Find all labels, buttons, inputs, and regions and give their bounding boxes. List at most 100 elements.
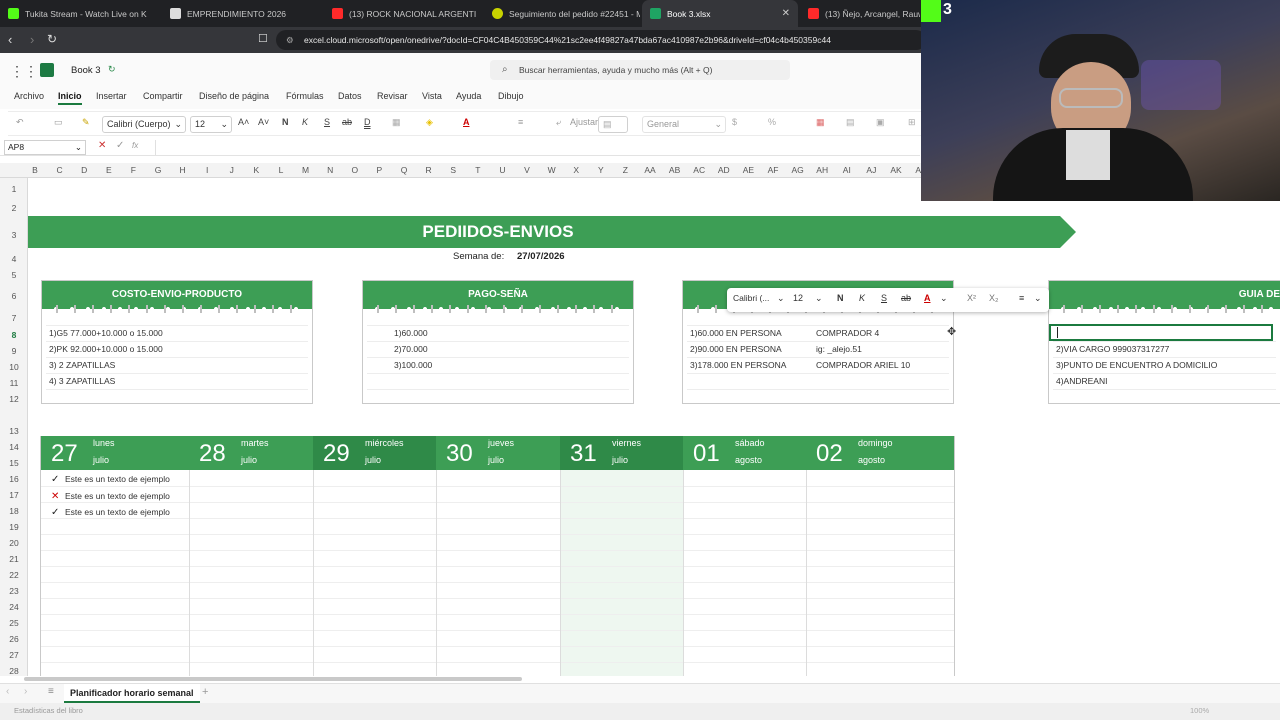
all-sheets-icon[interactable]: ≡ <box>48 686 54 697</box>
list-item[interactable]: 3)PUNTO DE ENCUENTRO A DOMICILIO <box>1056 360 1217 370</box>
list-item[interactable]: 4) 3 ZAPATILLAS <box>49 376 115 386</box>
browser-tab[interactable]: Tukita Stream - Watch Live on K <box>0 0 160 27</box>
name-box[interactable]: AP8 ⌄ <box>4 140 86 155</box>
column-header[interactable]: R <box>417 165 441 175</box>
column-header[interactable]: G <box>146 165 170 175</box>
bookmark-icon[interactable]: ☐ <box>258 32 268 45</box>
merge-select[interactable]: ▤ <box>598 116 628 133</box>
tab-diseno-pagina[interactable]: Diseño de página <box>199 91 269 101</box>
column-header[interactable]: C <box>48 165 72 175</box>
row-header[interactable]: 9 <box>0 346 28 356</box>
horizontal-scrollbar[interactable] <box>24 677 522 681</box>
buyer-name[interactable]: COMPRADOR ARIEL 10 <box>816 360 910 370</box>
column-header[interactable]: AG <box>786 165 810 175</box>
tab-ayuda[interactable]: Ayuda <box>456 91 481 101</box>
double-underline-button[interactable]: D <box>364 117 371 127</box>
prev-sheet-icon[interactable]: ‹ <box>6 686 9 697</box>
sheet-tab-active[interactable]: Planificador horario semanal <box>64 684 200 703</box>
column-header[interactable]: W <box>540 165 564 175</box>
align-icon[interactable]: ≡ <box>518 117 523 127</box>
list-item[interactable]: 1)60.000 EN PERSONA <box>690 328 782 338</box>
back-icon[interactable]: ‹ <box>8 32 12 47</box>
tab-dibujo[interactable]: Dibujo <box>498 91 524 101</box>
row-header[interactable]: 3 <box>0 230 28 240</box>
column-header[interactable]: V <box>515 165 539 175</box>
file-name[interactable]: Book 3 <box>71 65 101 76</box>
fill-color-icon[interactable]: ◈ <box>426 117 433 128</box>
column-header[interactable]: AF <box>761 165 785 175</box>
list-item[interactable]: 2)70.000 <box>394 344 428 354</box>
row-header[interactable]: 15 <box>0 458 28 468</box>
insert-cells-icon[interactable]: ⊞ <box>908 117 916 128</box>
row-header[interactable]: 5 <box>0 270 28 280</box>
row-header[interactable]: 2 <box>0 203 28 213</box>
tab-inicio[interactable]: Inicio <box>58 91 82 105</box>
wrap-text-icon[interactable]: ⤶ <box>556 117 561 128</box>
format-painter-icon[interactable]: ✎ <box>82 117 90 128</box>
number-format-select[interactable]: General ⌄ <box>642 116 726 133</box>
font-family-select[interactable]: Calibri (... <box>733 293 769 303</box>
next-sheet-icon[interactable]: › <box>24 686 27 697</box>
font-color-icon[interactable]: A <box>463 117 470 127</box>
decrease-font-icon[interactable]: A˅ <box>258 117 269 127</box>
tab-formulas[interactable]: Fórmulas <box>286 91 324 101</box>
row-header[interactable]: 19 <box>0 522 28 532</box>
chevron-down-icon[interactable]: ⌄ <box>815 293 823 304</box>
column-header[interactable]: Y <box>589 165 613 175</box>
list-item[interactable]: 3)178.000 EN PERSONA <box>690 360 786 370</box>
week-date[interactable]: 27/07/2026 <box>517 251 565 262</box>
column-header[interactable]: B <box>23 165 47 175</box>
app-launcher-icon[interactable]: ⋮⋮ <box>10 63 38 80</box>
row-header[interactable]: 6 <box>0 291 28 301</box>
url-input[interactable]: ⚙ excel.cloud.microsoft/open/onedrive/?d… <box>276 30 926 50</box>
underline-button[interactable]: S <box>881 293 887 303</box>
percent-icon[interactable]: % <box>768 117 776 127</box>
row-header[interactable]: 16 <box>0 474 28 484</box>
cancel-icon[interactable]: ✕ <box>98 140 106 151</box>
row-header[interactable]: 4 <box>0 254 28 264</box>
chevron-down-icon[interactable]: ⌄ <box>1034 293 1042 304</box>
column-header[interactable]: S <box>441 165 465 175</box>
browser-tab[interactable]: (13) ROCK NACIONAL ARGENTI <box>324 0 482 27</box>
underline-button[interactable]: S <box>324 117 330 127</box>
subscript-button[interactable]: X₂ <box>989 293 999 303</box>
browser-tab[interactable]: Seguimiento del pedido #22451 - M <box>484 0 640 27</box>
site-info-icon[interactable]: ⚙ <box>286 30 294 50</box>
list-item[interactable]: 2)PK 92.000+10.000 o 15.000 <box>49 344 163 354</box>
increase-font-icon[interactable]: A˄ <box>238 117 249 127</box>
undo-icon[interactable]: ↶ <box>16 117 24 128</box>
conditional-format-icon[interactable]: ▦ <box>816 117 825 128</box>
column-header[interactable]: N <box>318 165 342 175</box>
list-item[interactable]: 1)G5 77.000+10.000 o 15.000 <box>49 328 163 338</box>
row-header[interactable]: 27 <box>0 650 28 660</box>
list-item[interactable]: 2)VIA CARGO 999037317277 <box>1056 344 1169 354</box>
column-header[interactable]: AI <box>835 165 859 175</box>
column-header[interactable]: K <box>244 165 268 175</box>
row-header[interactable]: 22 <box>0 570 28 580</box>
strikethrough-button[interactable]: ab <box>342 117 352 127</box>
column-header[interactable]: M <box>294 165 318 175</box>
row-header[interactable]: 23 <box>0 586 28 596</box>
column-header[interactable]: X <box>564 165 588 175</box>
italic-button[interactable]: K <box>859 293 865 303</box>
list-item[interactable]: 3)100.000 <box>394 360 432 370</box>
task-item[interactable]: ✕ Este es un texto de ejemplo <box>51 491 170 502</box>
row-header[interactable]: 1 <box>0 184 28 194</box>
column-header[interactable]: P <box>367 165 391 175</box>
zoom-level[interactable]: 100% <box>1190 706 1209 715</box>
font-size-select[interactable]: 12 ⌄ <box>190 116 232 133</box>
function-icon[interactable]: fx <box>132 141 138 150</box>
selected-cell[interactable] <box>1049 324 1273 341</box>
chevron-down-icon[interactable]: ⌄ <box>777 293 785 304</box>
column-header[interactable]: T <box>466 165 490 175</box>
browser-tab-active[interactable]: Book 3.xlsx ✕ <box>642 0 798 27</box>
row-header[interactable]: 18 <box>0 506 28 516</box>
row-header[interactable]: 21 <box>0 554 28 564</box>
task-item[interactable]: ✓ Este es un texto de ejemplo <box>51 474 170 485</box>
list-item[interactable]: 4)ANDREANI <box>1056 376 1107 386</box>
task-item[interactable]: ✓ Este es un texto de ejemplo <box>51 507 170 518</box>
column-header[interactable]: F <box>121 165 145 175</box>
column-header[interactable]: AB <box>663 165 687 175</box>
currency-icon[interactable]: $ <box>732 117 737 127</box>
cell-styles-icon[interactable]: ▣ <box>876 117 885 128</box>
